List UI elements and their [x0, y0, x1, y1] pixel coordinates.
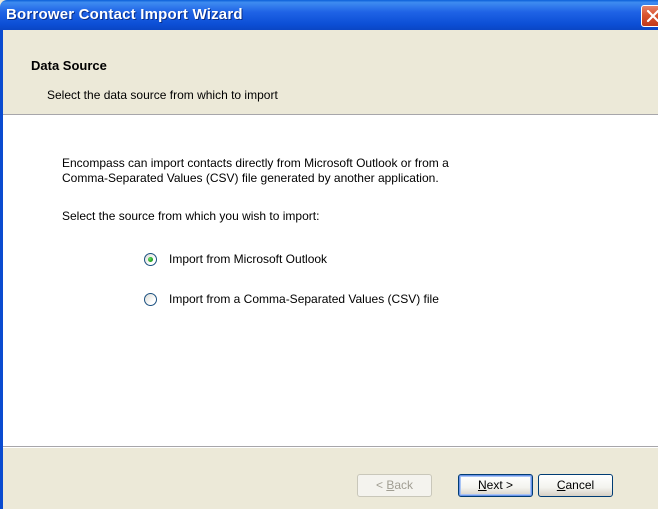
wizard-content: Encompass can import contacts directly f… — [3, 116, 658, 446]
intro-text: Encompass can import contacts directly f… — [62, 156, 582, 186]
wizard-footer: < Back Next > Cancel — [3, 448, 658, 509]
radio-option-csv[interactable]: Import from a Comma-Separated Values (CS… — [144, 290, 439, 308]
source-prompt: Select the source from which you wish to… — [62, 209, 320, 223]
radio-option-outlook[interactable]: Import from Microsoft Outlook — [144, 250, 327, 268]
close-button[interactable] — [641, 5, 658, 27]
back-button-prefix: < — [375, 478, 387, 492]
radio-label-csv[interactable]: Import from a Comma-Separated Values (CS… — [169, 292, 439, 306]
wizard-window: Borrower Contact Import Wizard Data Sour… — [0, 0, 658, 509]
radio-unselected-icon[interactable] — [144, 292, 157, 306]
window-title: Borrower Contact Import Wizard — [6, 6, 243, 23]
next-button[interactable]: Next > — [458, 474, 533, 497]
radio-label-outlook[interactable]: Import from Microsoft Outlook — [169, 252, 327, 266]
cancel-button[interactable]: Cancel — [538, 474, 613, 497]
wizard-header: Data Source Select the data source from … — [3, 30, 658, 114]
page-title: Data Source — [31, 58, 107, 73]
radio-selected-icon[interactable] — [144, 252, 157, 266]
page-subtitle: Select the data source from which to imp… — [47, 88, 278, 102]
intro-line-1: Encompass can import contacts directly f… — [62, 156, 449, 170]
back-button[interactable]: < Back — [357, 474, 432, 497]
intro-line-2: Comma-Separated Values (CSV) file genera… — [62, 171, 439, 185]
next-button-label: ext > — [486, 478, 514, 492]
back-button-label: ack — [394, 478, 414, 492]
title-bar[interactable]: Borrower Contact Import Wizard — [0, 0, 658, 30]
cancel-button-label: ancel — [565, 478, 595, 492]
next-button-mnemonic: N — [477, 478, 487, 492]
